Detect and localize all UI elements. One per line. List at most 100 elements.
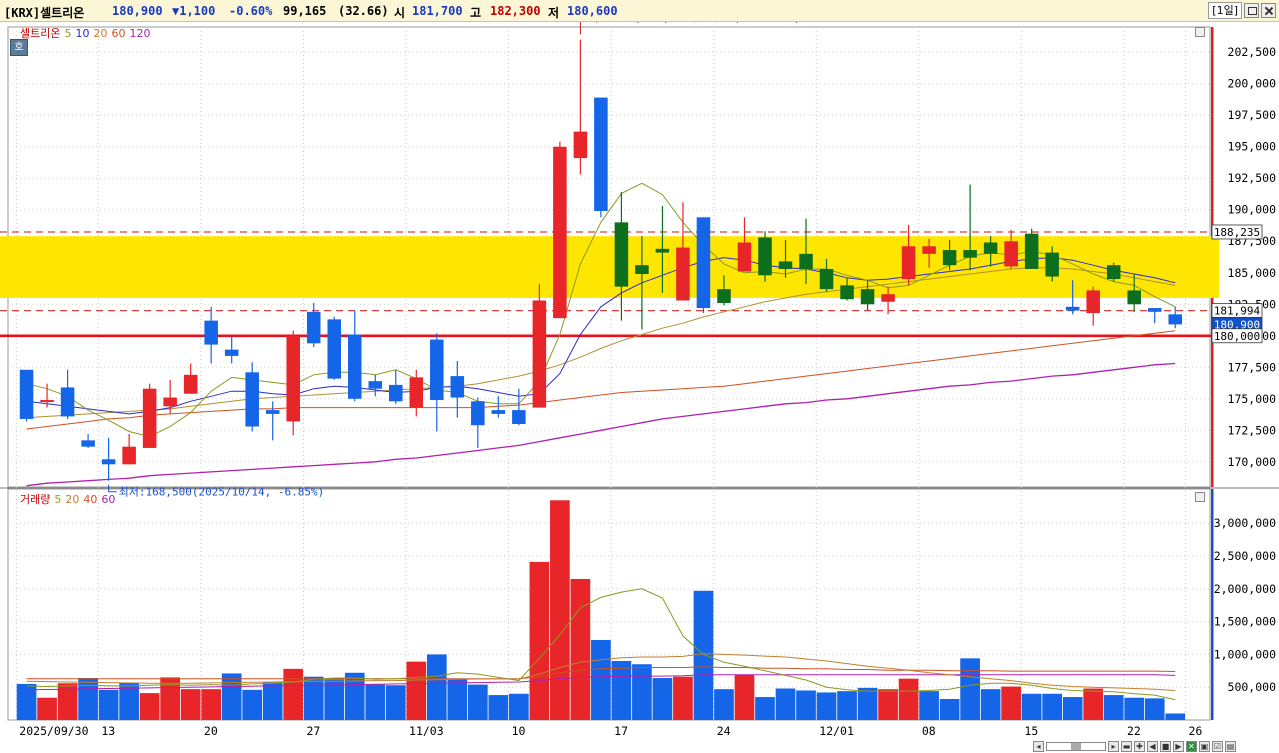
price-tick-label: 202,500 xyxy=(1228,45,1277,59)
candle-body xyxy=(306,311,321,344)
current-price: 180,900 xyxy=(112,4,163,18)
candle xyxy=(901,224,916,286)
high-annotation-text: 최고:203,500(2025/11/14, +12.49%) xyxy=(588,22,800,25)
axes: 202,500 200,000 197,500 195,000 192,500 190,0… xyxy=(19,45,1276,738)
candle-body xyxy=(922,246,936,254)
candle xyxy=(224,335,239,364)
scroll-right-button[interactable]: ▸ xyxy=(1108,740,1119,752)
candle-body xyxy=(1147,308,1162,312)
candle xyxy=(450,360,465,418)
volume-tick-label: 1,500,000 xyxy=(1214,615,1276,629)
volume-bar xyxy=(426,654,447,720)
excel-export-icon[interactable]: ✕ xyxy=(1186,740,1197,752)
price-legend-ma20: 20 xyxy=(93,26,108,40)
candle-body xyxy=(840,285,854,300)
candle-body xyxy=(40,400,54,403)
window-controls: [1일] xyxy=(1208,2,1276,19)
candle-body xyxy=(142,388,157,448)
date-label: 24 xyxy=(717,724,731,738)
volume-bar xyxy=(303,676,324,720)
volume-bar xyxy=(816,692,837,720)
low-label: 저 xyxy=(548,6,560,20)
date-label: 15 xyxy=(1024,724,1038,738)
volume-bar xyxy=(960,658,980,720)
zoom-out-icon[interactable]: ▬ xyxy=(1121,740,1132,752)
candle-body xyxy=(368,381,383,389)
candle-body xyxy=(163,397,177,407)
price-pane-corner-button[interactable] xyxy=(1195,27,1205,37)
price-legend-name: 셀트리온 xyxy=(20,27,61,40)
price-ma60-line xyxy=(26,330,1176,430)
volume-legend-ma20: 20 xyxy=(65,492,80,506)
zoom-in-icon[interactable]: ✚ xyxy=(1134,740,1145,752)
candle xyxy=(245,362,259,432)
price-marker-box: 188,235 xyxy=(1211,224,1263,240)
candle xyxy=(963,184,977,271)
volume-bar xyxy=(878,689,898,720)
volume-bar xyxy=(139,693,160,720)
scroll-track[interactable] xyxy=(1046,741,1106,751)
close-button[interactable] xyxy=(1261,3,1276,18)
candle xyxy=(327,316,342,380)
candle-body xyxy=(901,246,916,280)
stop-icon[interactable]: ■ xyxy=(1160,740,1171,752)
step-forward-icon[interactable]: ▶ xyxy=(1173,740,1184,752)
save-icon[interactable]: ▣ xyxy=(1199,740,1210,752)
price-tick-label: 175,000 xyxy=(1228,392,1277,406)
candle xyxy=(1147,308,1162,324)
title-bar: [KRX]셀트리온 180,900 ▼1,100 -0.60% 99,165 (… xyxy=(0,0,1279,22)
candle-body xyxy=(122,446,136,465)
volume-bar xyxy=(78,678,98,720)
price-legend: 셀트리온 5 10 20 60 120 xyxy=(20,25,150,41)
candle xyxy=(758,231,772,282)
candle xyxy=(60,369,75,419)
candle-body xyxy=(81,440,95,447)
price-ma120-line xyxy=(26,362,1176,487)
candle xyxy=(553,141,567,319)
scroll-left-button[interactable]: ◂ xyxy=(1033,740,1044,752)
scroll-thumb[interactable] xyxy=(1071,742,1081,750)
candle xyxy=(286,330,300,436)
volume-bar xyxy=(1103,695,1124,720)
volume-bar xyxy=(1165,713,1186,720)
volume-legend-ma5: 5 xyxy=(54,492,62,506)
volume-bar xyxy=(365,684,386,720)
volume-bar xyxy=(755,697,775,720)
price-marker-text: 188,235 xyxy=(1214,226,1260,239)
checklist-icon[interactable]: ☑ xyxy=(1212,740,1223,752)
candle-body xyxy=(286,335,300,422)
price-tick-label: 190,000 xyxy=(1228,203,1277,217)
candle-body xyxy=(942,250,957,266)
candle-body xyxy=(491,410,506,414)
volume-bar xyxy=(406,661,427,720)
volume-bar xyxy=(180,689,201,720)
candle-body xyxy=(532,300,547,408)
high-annotation: 최고:203,500(2025/11/14, +12.49%) xyxy=(579,22,801,35)
volume-bar xyxy=(1042,693,1063,720)
candle-body xyxy=(1024,233,1039,269)
candle xyxy=(1024,228,1039,269)
period-selector[interactable]: [1일] xyxy=(1208,2,1242,19)
price-tick-label: 197,500 xyxy=(1228,108,1277,122)
candle xyxy=(204,306,218,364)
chart-mode-button[interactable]: 호 xyxy=(10,39,28,56)
date-label: 20 xyxy=(204,724,218,738)
date-label: 2025/09/30 xyxy=(19,724,88,738)
price-marker-box: 180,000 xyxy=(1211,328,1263,344)
volume-bar xyxy=(714,689,734,720)
step-back-icon[interactable]: ◀ xyxy=(1147,740,1158,752)
candle xyxy=(471,397,485,448)
volume-tick-label: 2,000,000 xyxy=(1214,582,1276,596)
chart-canvas[interactable]: 202,500 200,000 197,500 195,000 192,500 190,0… xyxy=(0,22,1279,753)
volume-pane-corner-button[interactable] xyxy=(1195,492,1205,502)
date-label: 12/01 xyxy=(819,724,854,738)
print-icon[interactable]: ▤ xyxy=(1225,740,1236,752)
volume-bar xyxy=(673,676,693,720)
volume-bar xyxy=(385,685,406,720)
candle-body xyxy=(450,376,465,398)
volume-bar xyxy=(775,688,796,720)
restore-button[interactable] xyxy=(1244,3,1259,18)
volume-bar xyxy=(1124,697,1145,720)
volume-bar xyxy=(344,672,365,720)
candle-body xyxy=(1045,252,1059,277)
